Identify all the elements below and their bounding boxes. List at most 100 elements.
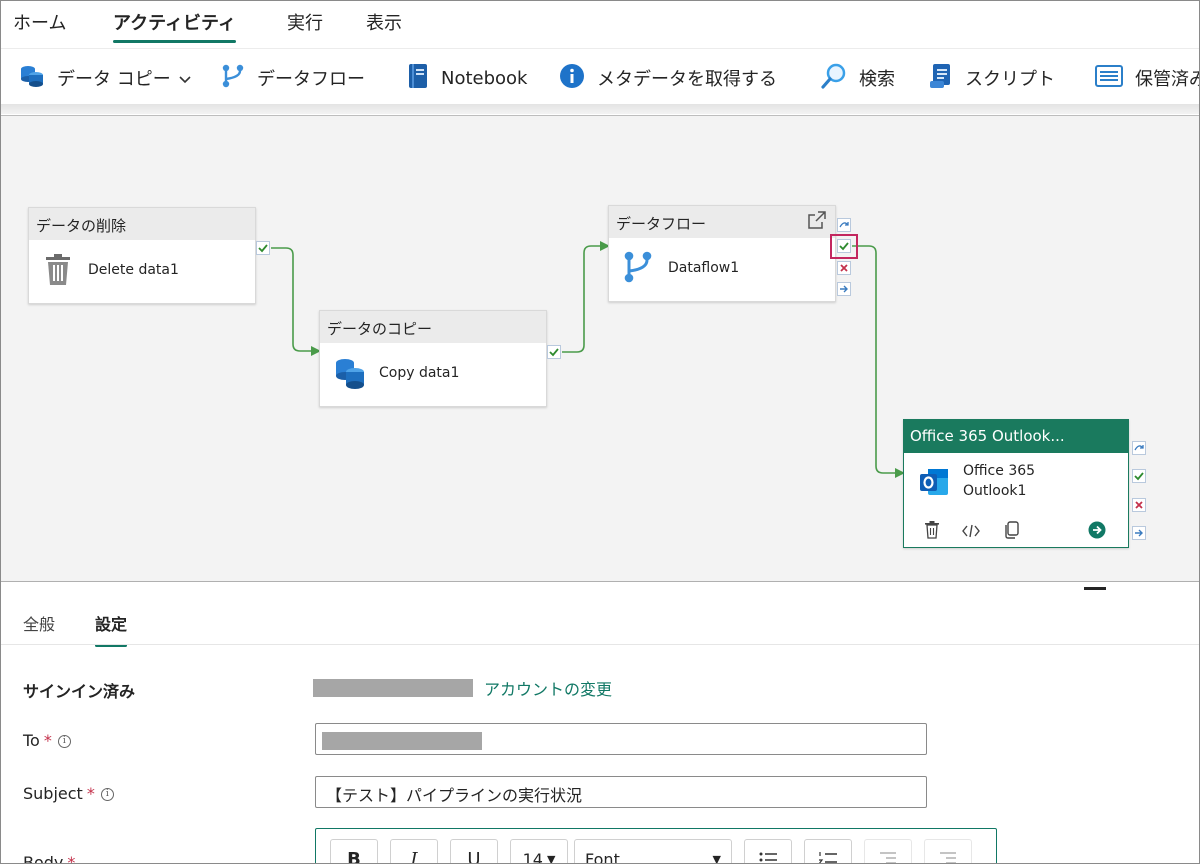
font-size-value: 14	[522, 849, 543, 864]
on-fail-port[interactable]	[837, 261, 851, 275]
subject-input[interactable]: 【テスト】パイプラインの実行状況	[315, 776, 927, 808]
redacted-recipient	[322, 732, 482, 750]
activity-name: Dataflow1	[668, 260, 740, 276]
script-button[interactable]: スクリプト	[929, 63, 1055, 93]
database-copy-icon	[334, 357, 366, 395]
bullet-list-button[interactable]	[744, 839, 792, 863]
notebook-icon	[407, 63, 429, 94]
tab-divider	[1, 644, 1199, 645]
node-header: データの削除	[29, 208, 255, 240]
panel-splitter[interactable]	[1, 581, 1199, 587]
check-icon	[258, 244, 268, 253]
info-icon[interactable]: i	[100, 788, 114, 801]
subject-label: Subject * i	[23, 784, 114, 803]
trash-icon	[45, 254, 71, 290]
numbered-list-icon	[819, 852, 837, 863]
copy-data-label: データ コピー	[57, 69, 171, 90]
outdent-button[interactable]	[864, 839, 912, 863]
code-icon[interactable]	[962, 523, 980, 542]
dataflow-activity[interactable]: データフロー Dataflow1	[608, 205, 836, 302]
activity-name-line2: Outlook1	[963, 483, 1027, 499]
tab-activities[interactable]: アクティビティ	[113, 9, 236, 43]
activity-name: Delete data1	[88, 262, 179, 278]
on-fail-port[interactable]	[1132, 498, 1146, 512]
arrow-right-icon	[840, 285, 848, 293]
check-icon	[549, 348, 559, 357]
delete-icon[interactable]	[924, 521, 940, 543]
tab-run[interactable]: 実行	[287, 9, 323, 43]
tab-general[interactable]: 全般	[23, 611, 55, 647]
subject-label-text: Subject	[23, 784, 83, 803]
chevron-down-icon[interactable]	[179, 68, 191, 89]
dropdown-arrow-icon: ▼	[712, 852, 721, 864]
pipeline-canvas[interactable]: データの削除 Delete data1 データのコピー Copy data1 デ…	[1, 115, 1199, 581]
redacted-account	[313, 679, 473, 697]
node-header: Office 365 Outlook...	[904, 420, 1128, 453]
tab-view[interactable]: 表示	[366, 9, 402, 43]
on-success-port[interactable]	[256, 241, 270, 255]
on-success-port[interactable]	[547, 345, 561, 359]
font-select[interactable]: Font ▼	[574, 839, 732, 864]
change-account-link[interactable]: アカウントの変更	[484, 676, 612, 700]
lookup-label: 検索	[859, 69, 895, 90]
bullet-list-icon	[759, 852, 777, 862]
x-icon	[1135, 501, 1143, 509]
font-value: Font	[585, 849, 620, 864]
on-success-port[interactable]	[1132, 469, 1146, 483]
dataflow-icon	[623, 250, 653, 288]
activities-toolbar: データ コピー データフロー Notebook メタデータを取得する 検索 スク…	[1, 48, 1199, 104]
underline-button[interactable]: U	[450, 839, 498, 863]
copy-data-activity[interactable]: データのコピー Copy data1	[319, 310, 547, 407]
node-header: データフロー	[609, 206, 835, 238]
indent-button[interactable]	[924, 839, 972, 863]
outlook-activity[interactable]: Office 365 Outlook... Office 365 Outlook…	[903, 419, 1129, 548]
body-label: Body *	[23, 853, 75, 864]
body-label-text: Body	[23, 853, 64, 864]
to-input[interactable]	[315, 723, 927, 755]
node-title: データフロー	[616, 215, 707, 233]
numbered-list-button[interactable]	[804, 839, 852, 863]
on-completion-port[interactable]	[837, 282, 851, 296]
get-metadata-button[interactable]: メタデータを取得する	[559, 63, 777, 93]
body-editor[interactable]: B I U 14 ▼ Font ▼	[315, 828, 997, 864]
outlook-icon	[918, 467, 950, 501]
tab-home[interactable]: ホーム	[13, 9, 66, 43]
notebook-button[interactable]: Notebook	[407, 63, 527, 93]
on-completion-port[interactable]	[1132, 526, 1146, 540]
skip-icon	[1134, 445, 1144, 451]
delete-data-activity[interactable]: データの削除 Delete data1	[28, 207, 256, 304]
splitter-handle[interactable]	[1084, 587, 1106, 590]
required-mark: *	[86, 784, 95, 803]
indent-icon	[940, 852, 956, 863]
to-label: To * i	[23, 731, 71, 750]
database-copy-icon	[19, 63, 45, 94]
font-size-select[interactable]: 14 ▼	[510, 839, 568, 864]
signed-in-label: サインイン済み	[23, 682, 136, 701]
info-icon[interactable]: i	[57, 735, 71, 748]
italic-button[interactable]: I	[390, 839, 438, 863]
check-icon	[1134, 472, 1144, 481]
notebook-label: Notebook	[441, 67, 528, 89]
script-label: スクリプト	[965, 69, 1055, 90]
stored-procedure-button[interactable]: 保管済み	[1095, 63, 1199, 93]
node-header: データのコピー	[320, 311, 546, 343]
ribbon-tabs: ホーム アクティビティ 実行 表示	[1, 1, 1199, 47]
open-external-icon[interactable]	[807, 210, 827, 234]
lookup-button[interactable]: 検索	[821, 63, 895, 93]
bold-button[interactable]: B	[330, 839, 378, 863]
dataflow-button[interactable]: データフロー	[221, 63, 365, 93]
on-skip-port[interactable]	[1132, 441, 1146, 455]
dataflow-label: データフロー	[257, 69, 365, 90]
arrow-right-icon	[1135, 529, 1143, 537]
search-icon	[821, 63, 847, 94]
dropdown-arrow-icon: ▼	[546, 852, 556, 864]
copy-data-button[interactable]: データ コピー	[19, 63, 191, 93]
on-skip-port[interactable]	[837, 218, 851, 232]
go-to-icon[interactable]	[1088, 521, 1106, 543]
on-success-port[interactable]	[837, 239, 851, 253]
tab-settings[interactable]: 設定	[95, 611, 128, 647]
toolbar-divider	[1, 104, 1199, 114]
stored-procedure-icon	[1095, 64, 1123, 92]
x-icon	[840, 264, 848, 272]
copy-icon[interactable]	[1004, 521, 1020, 543]
